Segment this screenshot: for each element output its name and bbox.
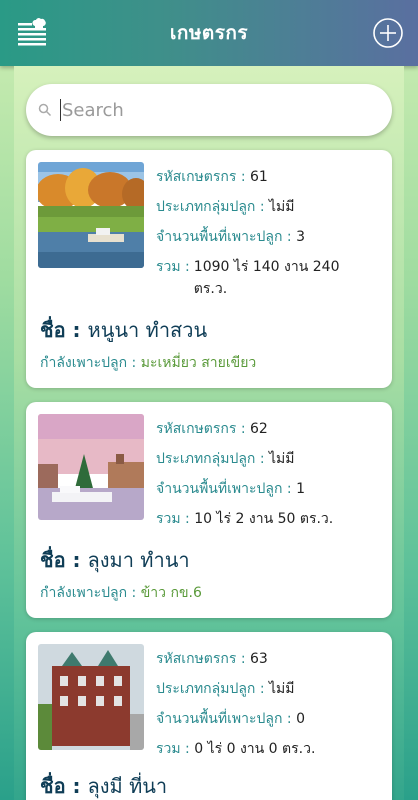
growing-label: กำลังเพาะปลูก : — [40, 585, 141, 601]
area-label: จำนวนพื้นที่เพาะปลูก : — [156, 229, 297, 245]
name-label: ชื่อ : — [40, 318, 88, 342]
group-label: ประเภทกลุ่มปลูก : — [156, 681, 270, 697]
total-value: 10 ไร่ 2 งาน 50 ตร.ว. — [194, 511, 334, 527]
page-title: เกษตรกร — [169, 22, 249, 44]
growing-label: กำลังเพาะปลูก : — [40, 355, 141, 371]
group-label: ประเภทกลุ่มปลูก : — [156, 451, 270, 467]
group-value: ไม่มี — [269, 681, 295, 697]
code-value: 61 — [250, 169, 268, 185]
name-value: หนูนา ทำสวน — [87, 318, 208, 342]
name-value: ลุงมี ที่นา — [87, 774, 168, 798]
search-bar[interactable] — [26, 84, 392, 136]
total-value: 0 ไร่ 0 งาน 0 ตร.ว. — [194, 741, 316, 757]
name-label: ชื่อ : — [40, 774, 88, 798]
growing-row: กำลังเพาะปลูก : มะเหมี่ยว สายเขียว — [40, 352, 256, 374]
brick-building-photo — [38, 644, 144, 750]
growing-value: มะเหมี่ยว สายเขียว — [140, 355, 257, 371]
menu-chef-icon[interactable] — [16, 17, 48, 47]
code-label: รหัสเกษตรกร : — [156, 421, 251, 437]
name-label: ชื่อ : — [40, 548, 88, 572]
group-value: ไม่มี — [269, 451, 295, 467]
farmer-name: ชื่อ : หนูนา ทำสวน — [40, 314, 207, 346]
plus-circle-icon[interactable] — [372, 17, 404, 49]
total-label: รวม : — [156, 511, 195, 527]
name-value: ลุงมา ทำนา — [87, 548, 190, 572]
farmer-list[interactable]: รหัสเกษตรกร : 61 ประเภทกลุ่มปลูก : ไม่มี… — [14, 66, 404, 800]
text-cursor — [60, 99, 61, 121]
code-value: 62 — [250, 421, 268, 437]
search-input[interactable] — [62, 99, 352, 121]
area-value: 0 — [296, 711, 305, 727]
code-label: รหัสเกษตรกร : — [156, 651, 251, 667]
farmer-name: ชื่อ : ลุงมา ทำนา — [40, 544, 190, 576]
total-label: รวม : — [156, 741, 195, 757]
group-value: ไม่มี — [269, 199, 295, 215]
area-label: จำนวนพื้นที่เพาะปลูก : — [156, 711, 297, 727]
total-label: รวม : — [156, 259, 190, 275]
farmer-name: ชื่อ : ลุงมี ที่นา — [40, 770, 167, 800]
app-header: เกษตรกร — [0, 0, 418, 66]
growing-row: กำลังเพาะปลูก : ข้าว กข.6 — [40, 582, 202, 604]
growing-value: ข้าว กข.6 — [140, 585, 202, 601]
farmer-card[interactable]: รหัสเกษตรกร : 63 ประเภทกลุ่มปลูก : ไม่มี… — [26, 632, 392, 800]
area-label: จำนวนพื้นที่เพาะปลูก : — [156, 481, 297, 497]
code-value: 63 — [250, 651, 268, 667]
search-icon — [38, 103, 52, 117]
group-label: ประเภทกลุ่มปลูก : — [156, 199, 270, 215]
harbor-christmas-photo — [38, 414, 144, 520]
total-value: 1090 ไร่ 140 งาน 240 ตร.ว. — [193, 259, 340, 297]
farmer-card[interactable]: รหัสเกษตรกร : 62 ประเภทกลุ่มปลูก : ไม่มี… — [26, 402, 392, 618]
area-value: 3 — [296, 229, 305, 245]
farmer-card[interactable]: รหัสเกษตรกร : 61 ประเภทกลุ่มปลูก : ไม่มี… — [26, 150, 392, 388]
autumn-lakeside-photo — [38, 162, 144, 268]
code-label: รหัสเกษตรกร : — [156, 169, 251, 185]
area-value: 1 — [296, 481, 305, 497]
